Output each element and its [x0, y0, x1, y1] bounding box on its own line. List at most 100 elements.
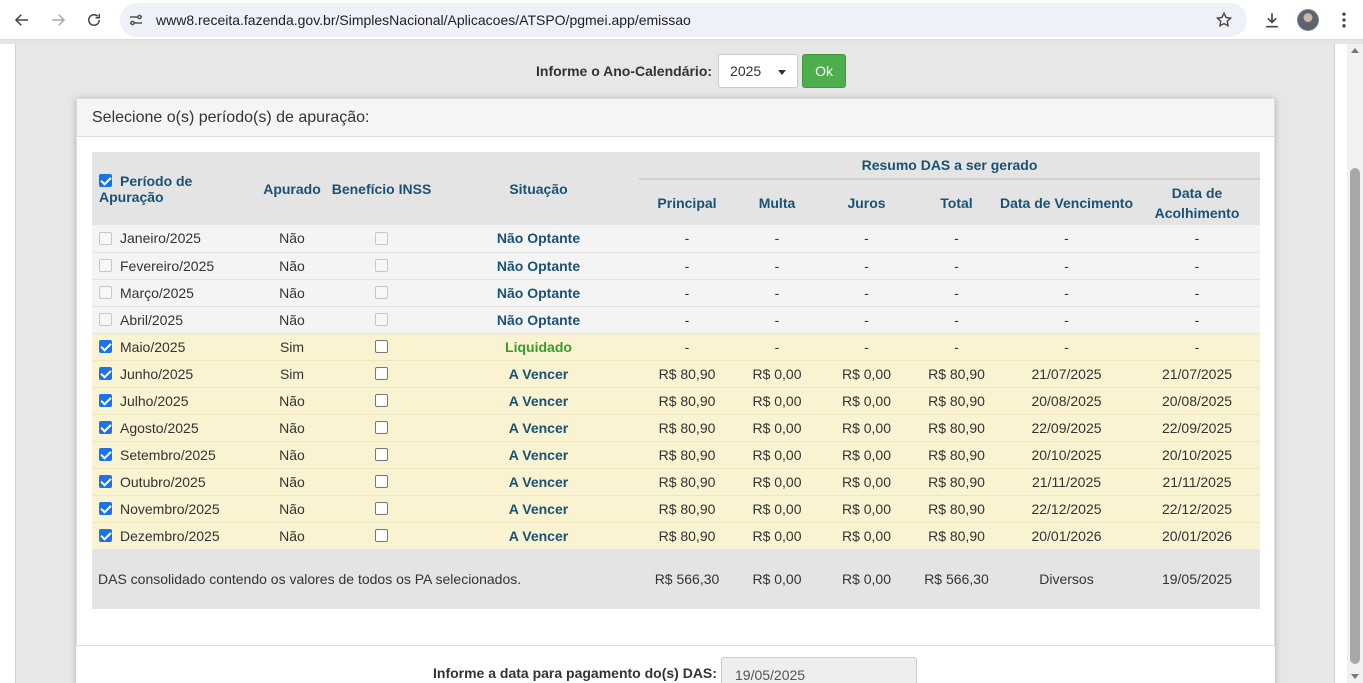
- cell-situacao: Não Optante: [438, 306, 639, 334]
- cell-principal: R$ 80,90: [639, 522, 735, 550]
- period-checkbox: [99, 286, 112, 300]
- table-row: Janeiro/2025 Não Não Optante - - - - - -: [92, 225, 1260, 253]
- back-icon[interactable]: [10, 8, 34, 32]
- period-label: Janeiro/2025: [120, 230, 201, 247]
- header-acolhimento: Data de Acolhimento: [1134, 178, 1260, 225]
- url-text[interactable]: www8.receita.fazenda.gov.br/SimplesNacio…: [156, 12, 691, 28]
- period-checkbox: [99, 232, 112, 246]
- cell-situacao: A Vencer: [438, 360, 639, 388]
- period-label: Março/2025: [120, 284, 194, 301]
- reload-icon[interactable]: [82, 8, 106, 32]
- scroll-thumb[interactable]: [1350, 168, 1360, 664]
- profile-avatar[interactable]: [1297, 9, 1319, 31]
- beneficio-checkbox[interactable]: [375, 394, 388, 408]
- period-checkbox[interactable]: [99, 448, 112, 462]
- cell-vencimento: 21/11/2025: [999, 468, 1134, 496]
- cell-beneficio: [325, 279, 438, 307]
- period-checkbox[interactable]: [99, 394, 112, 408]
- scroll-down-arrow-icon[interactable]: [1351, 674, 1359, 679]
- period-checkbox[interactable]: [99, 340, 112, 354]
- cell-acolhimento: 20/08/2025: [1134, 387, 1260, 415]
- table-row: Setembro/2025 Não A Vencer R$ 80,90 R$ 0,00 R…: [92, 441, 1260, 469]
- cell-juros: -: [819, 333, 914, 361]
- header-juros: Juros: [819, 178, 914, 225]
- period-label: Agosto/2025: [120, 419, 199, 436]
- ok-button[interactable]: Ok: [802, 54, 847, 88]
- cell-periodo: Agosto/2025: [92, 414, 259, 442]
- period-checkbox[interactable]: [99, 502, 112, 516]
- cell-principal: R$ 80,90: [639, 387, 735, 415]
- period-label: Maio/2025: [120, 338, 186, 355]
- summary-vencimento: Diversos: [999, 549, 1134, 609]
- cell-multa: -: [735, 252, 819, 280]
- cell-beneficio: [325, 387, 438, 415]
- cell-total: -: [914, 225, 999, 253]
- chevron-down-icon: [778, 70, 787, 75]
- table-row: Dezembro/2025 Não A Vencer R$ 80,90 R$ 0,00 R…: [92, 522, 1260, 550]
- cell-multa: R$ 0,00: [735, 360, 819, 388]
- scroll-up-arrow-icon[interactable]: [1351, 48, 1359, 53]
- vertical-scrollbar[interactable]: [1347, 44, 1363, 683]
- summary-acolhimento: 19/05/2025: [1134, 549, 1260, 609]
- beneficio-checkbox[interactable]: [375, 475, 388, 489]
- cell-beneficio: [325, 441, 438, 469]
- header-total: Total: [914, 178, 999, 225]
- beneficio-checkbox[interactable]: [375, 340, 388, 354]
- beneficio-checkbox: [375, 232, 388, 246]
- cell-multa: R$ 0,00: [735, 414, 819, 442]
- cell-principal: R$ 80,90: [639, 360, 735, 388]
- period-label: Novembro/2025: [120, 500, 220, 517]
- cell-beneficio: [325, 414, 438, 442]
- period-checkbox[interactable]: [99, 475, 112, 489]
- beneficio-checkbox: [375, 286, 388, 300]
- cell-situacao: A Vencer: [438, 387, 639, 415]
- cell-multa: -: [735, 333, 819, 361]
- address-bar[interactable]: www8.receita.fazenda.gov.br/SimplesNacio…: [120, 3, 1247, 37]
- cell-vencimento: 22/12/2025: [999, 495, 1134, 523]
- cell-apurado: Não: [259, 414, 325, 442]
- cell-periodo: Fevereiro/2025: [92, 252, 259, 280]
- period-checkbox[interactable]: [99, 367, 112, 381]
- panel-title: Selecione o(s) período(s) de apuração:: [77, 99, 1274, 137]
- table-row: Maio/2025 Sim Liquidado - - - - - -: [92, 333, 1260, 361]
- cell-juros: R$ 0,00: [819, 360, 914, 388]
- cell-situacao: Não Optante: [438, 279, 639, 307]
- cell-total: R$ 80,90: [914, 360, 999, 388]
- download-icon[interactable]: [1261, 9, 1283, 31]
- menu-kebab-icon[interactable]: [1333, 9, 1355, 31]
- cell-multa: R$ 0,00: [735, 468, 819, 496]
- cell-situacao: Não Optante: [438, 225, 639, 253]
- cell-situacao: A Vencer: [438, 495, 639, 523]
- header-apurado: Apurado: [259, 152, 325, 225]
- table-row: Junho/2025 Sim A Vencer R$ 80,90 R$ 0,00 R$ 0…: [92, 360, 1260, 388]
- period-checkbox[interactable]: [99, 421, 112, 435]
- summary-multa: R$ 0,00: [735, 549, 819, 609]
- summary-total: R$ 566,30: [914, 549, 999, 609]
- cell-apurado: Não: [259, 306, 325, 334]
- cell-juros: -: [819, 279, 914, 307]
- cell-principal: -: [639, 306, 735, 334]
- cell-principal: R$ 80,90: [639, 414, 735, 442]
- cell-periodo: Junho/2025: [92, 360, 259, 388]
- beneficio-checkbox[interactable]: [375, 448, 388, 462]
- bookmark-star-icon[interactable]: [1215, 11, 1233, 29]
- header-situacao: Situação: [438, 152, 639, 225]
- cell-apurado: Não: [259, 387, 325, 415]
- beneficio-checkbox[interactable]: [375, 529, 388, 543]
- header-multa: Multa: [735, 178, 819, 225]
- period-checkbox: [99, 313, 112, 327]
- year-select[interactable]: 2025: [718, 54, 799, 88]
- select-all-checkbox[interactable]: [99, 174, 112, 188]
- cell-total: R$ 80,90: [914, 495, 999, 523]
- forward-icon[interactable]: [46, 8, 70, 32]
- cell-apurado: Não: [259, 441, 325, 469]
- cell-vencimento: 22/09/2025: [999, 414, 1134, 442]
- site-settings-icon[interactable]: [128, 12, 144, 28]
- beneficio-checkbox[interactable]: [375, 421, 388, 435]
- beneficio-checkbox[interactable]: [375, 502, 388, 516]
- beneficio-checkbox[interactable]: [375, 367, 388, 381]
- cell-periodo: Setembro/2025: [92, 441, 259, 469]
- payment-date-input[interactable]: 19/05/2025: [721, 657, 917, 683]
- cell-total: -: [914, 279, 999, 307]
- period-checkbox[interactable]: [99, 529, 112, 543]
